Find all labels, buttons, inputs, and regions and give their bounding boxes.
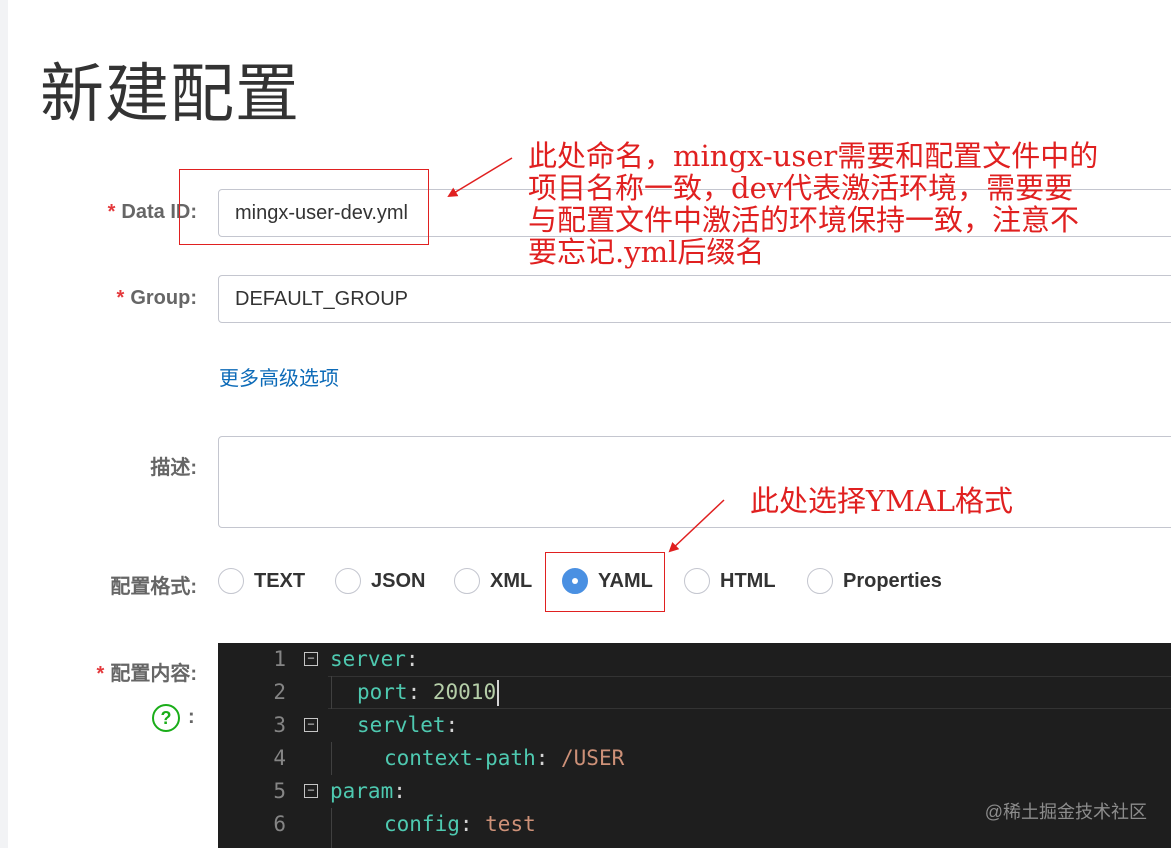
arrow-to-data-id [447, 157, 513, 198]
page: 新建配置 * Data ID: mingx-user-dev.yml * Group… [0, 0, 1171, 848]
arrow-to-yaml [668, 499, 725, 553]
watermark: @稀土掘金技术社区 [984, 802, 1147, 822]
annotation-arrows [447, 157, 725, 553]
